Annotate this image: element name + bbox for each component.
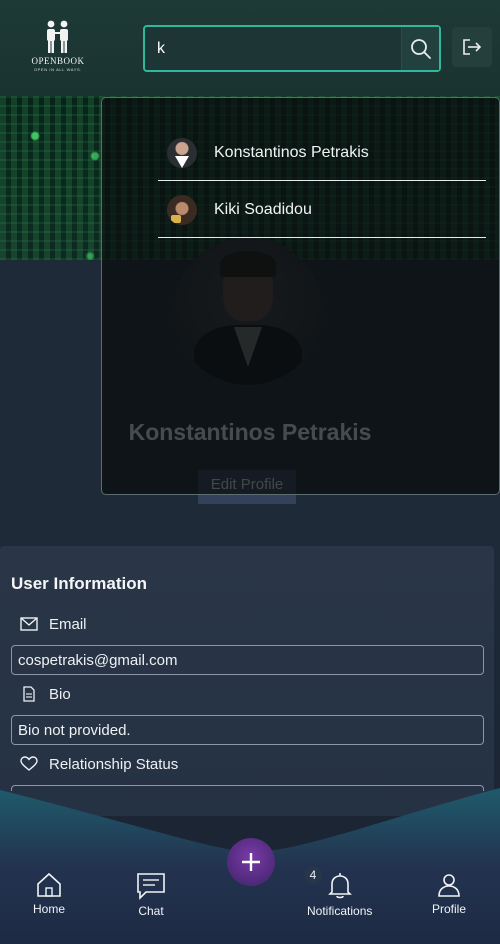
nav-notifications-label: Notifications xyxy=(307,904,373,918)
nav-home-label: Home xyxy=(33,902,66,916)
bio-label-text: Bio xyxy=(49,685,71,703)
create-post-button[interactable] xyxy=(227,838,275,886)
user-icon xyxy=(438,874,460,897)
openbook-logo[interactable]: OPENBOOK OPEN IN ALL WAYS. xyxy=(28,20,88,80)
logout-button[interactable] xyxy=(452,27,492,67)
bell-icon xyxy=(327,873,352,899)
search-input[interactable] xyxy=(157,27,397,70)
bio-field: Bio not provided. xyxy=(11,715,484,745)
email-label-text: Email xyxy=(49,615,87,633)
logout-icon xyxy=(463,39,482,55)
nav-home[interactable]: Home xyxy=(33,872,65,916)
nav-profile-label: Profile xyxy=(432,902,467,916)
home-icon xyxy=(37,872,61,897)
plus-icon xyxy=(242,853,260,871)
search-result-item[interactable]: Kiki Soadidou xyxy=(158,183,486,238)
nav-profile[interactable]: Profile xyxy=(432,872,466,916)
header: OPENBOOK OPEN IN ALL WAYS. xyxy=(0,0,500,96)
email-field: cospetrakis@gmail.com xyxy=(11,645,484,675)
email-label: Email xyxy=(20,615,87,633)
search-results-dropdown: Konstantinos Petrakis Kiki Soadidou xyxy=(101,97,500,495)
logo-figures-icon xyxy=(47,20,68,53)
logo-name: OPENBOOK xyxy=(31,56,85,66)
page: OPENBOOK OPEN IN ALL WAYS. k Konstantino… xyxy=(0,0,500,944)
relationship-label-text: Relationship Status xyxy=(49,755,179,773)
search-icon xyxy=(410,38,431,59)
nav-chat-label: Chat xyxy=(138,904,164,918)
result-name: Konstantinos Petrakis xyxy=(214,144,369,161)
heart-icon xyxy=(20,755,38,773)
nav-notifications[interactable]: Notifications xyxy=(307,872,372,918)
result-avatar xyxy=(167,138,197,168)
user-info-title: User Information xyxy=(11,574,148,593)
search-button[interactable] xyxy=(401,27,439,70)
chat-icon xyxy=(137,873,165,900)
nav-chat[interactable]: Chat xyxy=(136,872,166,918)
document-icon xyxy=(20,685,38,703)
logo-tagline: OPEN IN ALL WAYS. xyxy=(33,67,83,72)
result-avatar xyxy=(167,195,197,225)
bio-label: Bio xyxy=(20,685,71,703)
search-result-item[interactable]: Konstantinos Petrakis xyxy=(158,126,486,181)
relationship-label: Relationship Status xyxy=(20,755,178,773)
result-name: Kiki Soadidou xyxy=(214,201,312,218)
search-box xyxy=(143,25,441,72)
mail-icon xyxy=(20,615,38,633)
